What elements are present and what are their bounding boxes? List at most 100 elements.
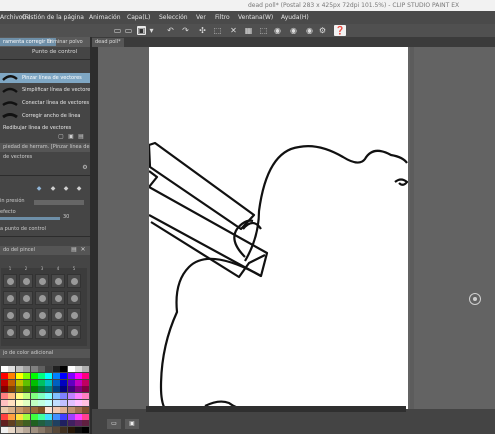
color-swatch[interactable]	[45, 372, 53, 379]
color-swatch[interactable]	[1, 427, 8, 434]
color-swatch[interactable]	[23, 386, 31, 393]
color-swatch[interactable]	[8, 413, 16, 420]
pressure-control[interactable]	[34, 200, 84, 205]
brush-size-preset[interactable]	[19, 291, 33, 305]
color-swatch[interactable]	[75, 393, 82, 400]
brush-size-preset[interactable]	[51, 308, 65, 322]
color-swatch[interactable]	[45, 386, 53, 393]
color-swatch[interactable]	[1, 420, 8, 427]
color-swatch[interactable]	[15, 366, 23, 372]
color-swatch[interactable]	[45, 400, 53, 406]
color-swatch[interactable]	[45, 427, 53, 434]
color-swatch[interactable]	[38, 379, 45, 386]
color-swatch[interactable]	[82, 406, 90, 413]
subtool-pinzar[interactable]: Pinzar línea de vectores	[0, 73, 90, 83]
color-swatch[interactable]	[38, 366, 45, 372]
color-swatch[interactable]	[67, 420, 75, 427]
color-swatch[interactable]	[38, 406, 45, 413]
color-swatch[interactable]	[82, 386, 90, 393]
help-icon[interactable]: ❓	[334, 25, 346, 36]
brush-size-preset[interactable]	[67, 291, 81, 305]
new-subtool-icon[interactable]: ▢	[58, 134, 64, 140]
color-swatch[interactable]	[23, 366, 31, 372]
color-swatch[interactable]	[82, 427, 90, 434]
brush-size-preset[interactable]	[35, 325, 49, 339]
canvas-paper[interactable]	[149, 47, 408, 409]
settings-icon[interactable]: ⚙	[82, 165, 88, 171]
color-swatch[interactable]	[38, 420, 45, 427]
color-swatch[interactable]	[23, 420, 31, 427]
color-swatch[interactable]	[23, 400, 31, 406]
brush-size-preset[interactable]	[51, 274, 65, 288]
color-swatch[interactable]	[82, 400, 90, 406]
color-swatch[interactable]	[67, 413, 75, 420]
save-icon[interactable]: ▣	[137, 26, 146, 35]
color-swatch[interactable]	[75, 379, 82, 386]
brush-shape-icon[interactable]: ◆	[36, 186, 42, 192]
color-swatch[interactable]	[1, 366, 8, 372]
settings-icon[interactable]: ⚙	[318, 26, 327, 35]
eye-icon[interactable]: ◉	[273, 26, 282, 35]
color-swatch[interactable]	[67, 386, 75, 393]
deselect-icon[interactable]: ⬚	[259, 26, 268, 35]
color-swatch[interactable]	[45, 420, 53, 427]
color-swatch[interactable]	[60, 427, 68, 434]
color-swatch[interactable]	[67, 393, 75, 400]
color-swatch[interactable]	[67, 372, 75, 379]
color-swatch[interactable]	[8, 386, 16, 393]
color-swatch[interactable]	[52, 400, 60, 406]
color-swatch[interactable]	[45, 393, 53, 400]
brush-size-preset[interactable]	[19, 325, 33, 339]
brush-size-preset[interactable]	[51, 291, 65, 305]
vertical-scrollbar[interactable]	[410, 47, 414, 409]
color-swatch[interactable]	[23, 406, 31, 413]
color-swatch[interactable]	[52, 413, 60, 420]
color-swatch[interactable]	[75, 427, 82, 434]
eye-icon-2[interactable]: ◉	[289, 26, 298, 35]
color-swatch[interactable]	[30, 393, 38, 400]
color-swatch[interactable]	[82, 393, 90, 400]
brush-size-preset[interactable]	[3, 325, 17, 339]
select-all-icon[interactable]: ⬚	[213, 26, 222, 35]
color-swatch[interactable]	[60, 420, 68, 427]
color-swatch[interactable]	[67, 379, 75, 386]
undo-icon[interactable]: ↶	[166, 26, 175, 35]
brush-size-preset[interactable]	[3, 274, 17, 288]
color-swatch[interactable]	[30, 379, 38, 386]
color-swatch[interactable]	[52, 393, 60, 400]
color-swatch[interactable]	[75, 386, 82, 393]
clear-icon[interactable]: ✕	[229, 26, 238, 35]
color-swatch[interactable]	[52, 372, 60, 379]
color-swatch[interactable]	[15, 413, 23, 420]
effect-slider[interactable]	[0, 217, 60, 220]
brush-size-preset[interactable]	[35, 291, 49, 305]
color-swatch[interactable]	[60, 413, 68, 420]
color-swatch[interactable]	[38, 427, 45, 434]
redo-icon[interactable]: ↷	[181, 26, 190, 35]
color-swatch[interactable]	[1, 406, 8, 413]
menu-ver[interactable]: Ver	[196, 11, 206, 24]
color-swatch[interactable]	[75, 406, 82, 413]
color-swatch[interactable]	[15, 427, 23, 434]
color-swatch[interactable]	[15, 386, 23, 393]
brush-size-preset[interactable]	[19, 274, 33, 288]
color-swatch[interactable]	[1, 379, 8, 386]
fill-icon[interactable]: ▦	[244, 26, 253, 35]
color-swatch[interactable]	[15, 379, 23, 386]
color-swatch[interactable]	[8, 393, 16, 400]
color-swatch[interactable]	[15, 400, 23, 406]
color-swatch[interactable]	[60, 400, 68, 406]
brush-shape-icon-2[interactable]: ◆	[50, 186, 56, 192]
color-swatch[interactable]	[60, 379, 68, 386]
subtool-simplificar[interactable]: Simplificar línea de vectores	[0, 85, 93, 95]
color-swatch[interactable]	[60, 386, 68, 393]
color-swatch[interactable]	[52, 406, 60, 413]
color-swatch[interactable]	[15, 372, 23, 379]
color-swatch[interactable]	[60, 366, 68, 372]
color-swatch[interactable]	[23, 393, 31, 400]
panel-splitter[interactable]	[90, 37, 98, 434]
menu-ventana[interactable]: Ventana(W)	[238, 11, 273, 24]
color-swatch[interactable]	[38, 413, 45, 420]
color-swatch[interactable]	[38, 400, 45, 406]
eye-icon-3[interactable]: ◉	[305, 26, 314, 35]
